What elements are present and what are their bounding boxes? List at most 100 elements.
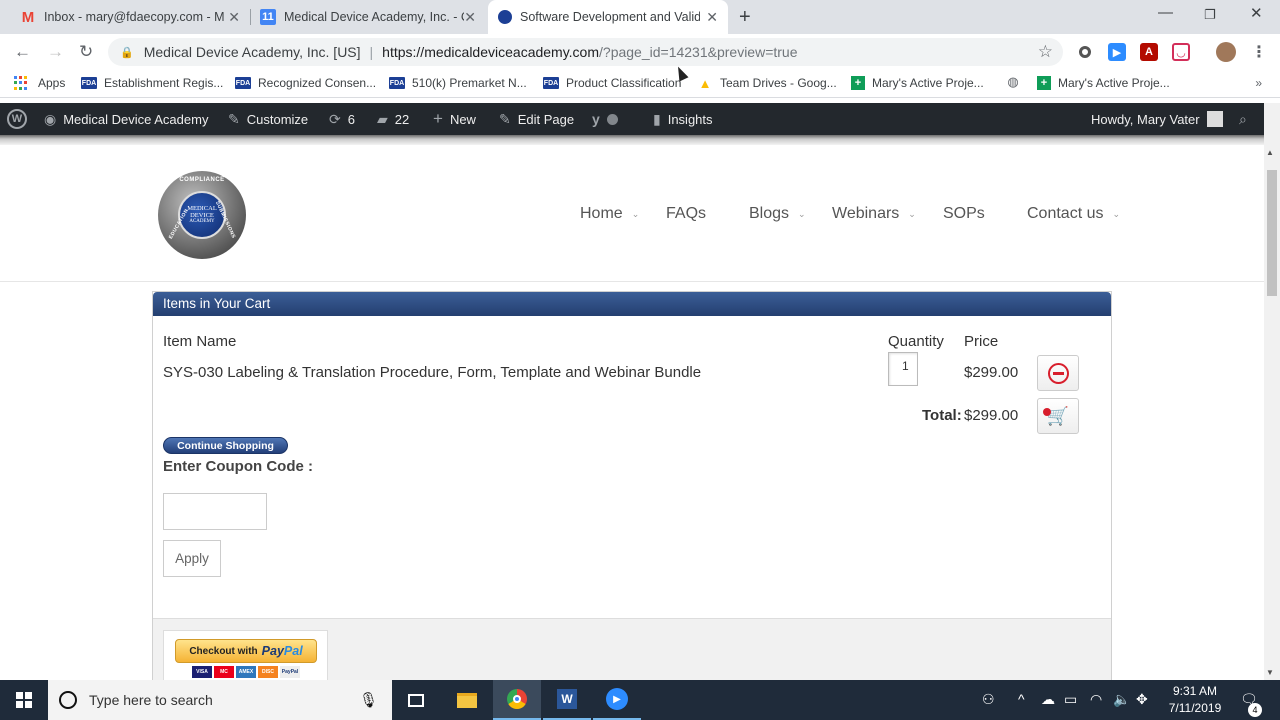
scrollbar-thumb[interactable] xyxy=(1267,170,1277,296)
site-name-link[interactable]: ◉ Medical Device Academy xyxy=(44,103,208,135)
yoast-seo-link[interactable]: y xyxy=(592,103,618,135)
accepted-cards: VISA MC AMEX DISC PayPal xyxy=(192,666,300,678)
edit-page-link[interactable]: ✎ Edit Page xyxy=(499,103,574,135)
file-explorer-icon[interactable] xyxy=(443,680,491,720)
show-hidden-icons[interactable]: ^ xyxy=(1018,691,1025,707)
minimize-icon[interactable]: — xyxy=(1158,4,1173,21)
people-icon[interactable]: ⚇ xyxy=(982,691,995,708)
bookmark-team-drives[interactable]: ▲ Team Drives - Goog... xyxy=(697,76,837,91)
more-bookmarks-icon[interactable]: » xyxy=(1255,76,1262,90)
coupon-label: Enter Coupon Code : xyxy=(163,458,313,475)
site-logo[interactable]: COMPLIANCE EDUCATION SUBMISSIONS MEDICAL… xyxy=(158,171,246,259)
tab-calendar[interactable]: 11 Medical Device Academy, Inc. - C ✕ xyxy=(250,0,486,34)
nav-blogs[interactable]: Blogs ⌄ xyxy=(749,205,806,223)
bookmark-apps[interactable]: Apps xyxy=(14,76,65,90)
nav-webinars[interactable]: Webinars ⌄ xyxy=(832,205,916,223)
profile-avatar[interactable] xyxy=(1216,42,1236,62)
close-icon[interactable]: ✕ xyxy=(706,9,718,26)
taskbar-search-box[interactable]: Type here to search 🎙 xyxy=(48,680,392,720)
close-icon[interactable]: ✕ xyxy=(228,9,240,26)
nav-label: Contact us xyxy=(1027,205,1104,222)
bookmark-product-classification[interactable]: FDA Product Classification xyxy=(543,76,681,90)
cart-header: Items in Your Cart xyxy=(153,292,1111,316)
tab-gmail-inbox[interactable]: M Inbox - mary@fdaecopy.com - M ✕ xyxy=(10,0,250,34)
howdy-label: Howdy, Mary Vater xyxy=(1091,111,1200,127)
close-icon[interactable]: ✕ xyxy=(464,9,476,26)
acrobat-extension-icon[interactable]: A xyxy=(1140,43,1158,61)
paypal-checkout[interactable]: Checkout with PayPal VISA MC AMEX DISC P… xyxy=(163,630,328,682)
battery-icon[interactable]: ▭ xyxy=(1064,691,1077,708)
chevron-down-icon: ⌄ xyxy=(908,208,916,219)
reload-icon[interactable]: ↻ xyxy=(79,42,93,62)
new-tab-button[interactable]: + xyxy=(739,6,751,29)
restore-icon[interactable]: ❐ xyxy=(1204,7,1216,23)
column-item-name: Item Name xyxy=(163,333,237,350)
zoom-taskbar-icon[interactable]: ▶ xyxy=(593,680,641,720)
forward-icon[interactable]: → xyxy=(47,42,64,62)
nav-home[interactable]: Home ⌄ xyxy=(580,205,639,223)
empty-cart-button[interactable]: 🛒 xyxy=(1037,398,1079,434)
continue-shopping-button[interactable]: Continue Shopping xyxy=(163,437,288,454)
insights-link[interactable]: ▮ Insights xyxy=(653,103,713,135)
paypal-checkout-button[interactable]: Checkout with PayPal xyxy=(175,639,317,663)
nav-label: Home xyxy=(580,205,623,222)
url-host: https://medicaldeviceacademy.com xyxy=(382,44,600,60)
admin-bar-shadow xyxy=(0,135,1264,145)
windows-start-icon[interactable] xyxy=(16,692,32,708)
task-view-icon[interactable] xyxy=(392,680,440,720)
close-window-icon[interactable]: ✕ xyxy=(1250,4,1263,22)
customize-link[interactable]: ✎ Customize xyxy=(228,103,308,135)
checkout-area: Checkout with PayPal VISA MC AMEX DISC P… xyxy=(153,618,1111,682)
column-price: Price xyxy=(964,333,999,350)
notification-count-badge: 4 xyxy=(1248,703,1262,717)
microphone-icon[interactable]: 🎙 xyxy=(359,691,378,709)
tab-active-page[interactable]: Software Development and Valid ✕ xyxy=(488,0,728,34)
nav-sops[interactable]: SOPs xyxy=(943,205,985,223)
coupon-code-input[interactable] xyxy=(163,493,267,530)
wifi-icon[interactable]: ◠ xyxy=(1090,691,1102,708)
bookmark-star-icon[interactable]: ☆ xyxy=(1038,42,1053,62)
chrome-menu-icon[interactable]: ⋮ xyxy=(1250,43,1268,61)
remove-icon xyxy=(1047,362,1069,384)
bookmark-recognized[interactable]: FDA Recognized Consen... xyxy=(235,76,376,90)
admin-search-button[interactable]: ⌕ xyxy=(1239,103,1247,135)
chrome-taskbar-icon[interactable] xyxy=(493,680,541,720)
bookmark-establishment[interactable]: FDA Establishment Regis... xyxy=(81,76,223,90)
onedrive-icon[interactable]: ☁ xyxy=(1041,691,1055,708)
globe-bookmark[interactable]: ◍ xyxy=(1005,74,1028,89)
wordpress-icon: W xyxy=(7,109,27,129)
gmail-icon: M xyxy=(21,8,35,26)
address-bar[interactable]: 🔒 Medical Device Academy, Inc. [US] | ht… xyxy=(108,38,1063,66)
back-icon[interactable]: ← xyxy=(14,42,31,62)
nav-faqs[interactable]: FAQs xyxy=(666,205,706,223)
mastercard-icon: MC xyxy=(214,666,234,678)
bookmark-active-projects-1[interactable]: + Mary's Active Proje... xyxy=(851,76,984,90)
updates-link[interactable]: ⟳ 6 xyxy=(329,103,355,135)
quantity-input[interactable]: 1 xyxy=(888,352,918,386)
scroll-up-icon[interactable]: ▲ xyxy=(1266,148,1274,157)
extension-circle-icon[interactable] xyxy=(1076,43,1094,61)
word-taskbar-icon[interactable]: W xyxy=(543,680,591,720)
zoom-extension-icon[interactable]: ▶ xyxy=(1108,43,1126,61)
account-menu[interactable]: Howdy, Mary Vater xyxy=(1091,103,1223,135)
wordpress-logo-button[interactable]: W xyxy=(7,103,34,135)
apply-coupon-button[interactable]: Apply xyxy=(163,540,221,577)
taskbar-search-placeholder: Type here to search xyxy=(89,692,213,708)
volume-icon[interactable]: 🔈 xyxy=(1113,691,1130,708)
bookmark-active-projects-2[interactable]: + Mary's Active Proje... xyxy=(1037,76,1170,90)
comments-link[interactable]: ▰ 22 xyxy=(377,103,409,135)
chevron-down-icon: ⌄ xyxy=(798,208,806,219)
paypal-logo-icon: PayPal xyxy=(261,644,303,658)
bookmark-510k[interactable]: FDA 510(k) Premarket N... xyxy=(389,76,527,90)
logo-line-3: ACADEMY xyxy=(189,219,215,225)
pocket-extension-icon[interactable]: ◡ xyxy=(1172,43,1190,61)
chevron-down-icon: ⌄ xyxy=(1112,208,1121,219)
scroll-down-icon[interactable]: ▼ xyxy=(1266,668,1274,677)
clock-date: 7/11/2019 xyxy=(1168,701,1222,715)
new-content-link[interactable]: + New xyxy=(433,103,476,135)
dashboard-icon: ◉ xyxy=(44,110,57,127)
system-clock[interactable]: 9:31 AM 7/11/2019 xyxy=(1160,683,1230,717)
dropbox-icon[interactable]: ✥ xyxy=(1136,691,1148,708)
remove-item-button[interactable] xyxy=(1037,355,1079,391)
nav-contact-us[interactable]: Contact us ⌄ xyxy=(1027,205,1120,223)
